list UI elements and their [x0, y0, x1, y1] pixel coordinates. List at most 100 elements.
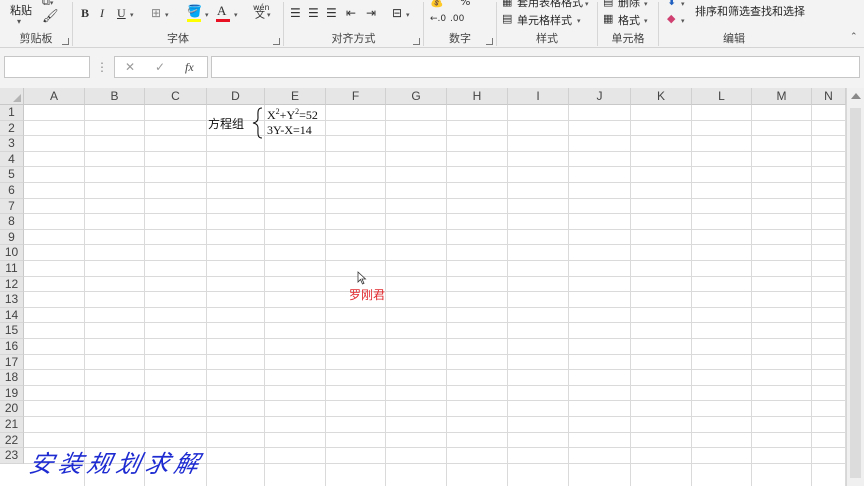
- decrease-decimal-icon[interactable]: .00: [450, 12, 464, 26]
- collapse-ribbon-icon[interactable]: ⌃: [850, 30, 858, 44]
- phonetic-dropdown-icon[interactable]: ▾: [267, 8, 271, 22]
- fill-color-dropdown-icon[interactable]: ▾: [205, 8, 209, 22]
- column-header-f[interactable]: F: [326, 88, 386, 105]
- row-header-6[interactable]: 6: [0, 183, 24, 199]
- delete-cells-button[interactable]: 删除: [618, 0, 640, 10]
- row-header-20[interactable]: 20: [0, 401, 24, 417]
- align-center-icon[interactable]: ☰: [308, 6, 319, 20]
- format-as-table-icon[interactable]: ▦: [502, 0, 512, 9]
- column-header-d[interactable]: D: [207, 88, 265, 105]
- borders-dropdown-icon[interactable]: ▾: [165, 8, 169, 22]
- align-left-icon[interactable]: ☰: [290, 6, 301, 20]
- row-header-16[interactable]: 16: [0, 339, 24, 355]
- accounting-format-icon[interactable]: 💰: [430, 0, 444, 9]
- format-cells-button[interactable]: 格式: [618, 12, 640, 28]
- equation-1-cell[interactable]: X2+Y2=52: [267, 107, 318, 123]
- row-header-21[interactable]: 21: [0, 417, 24, 433]
- increase-decimal-icon[interactable]: ←.0: [430, 12, 446, 26]
- column-header-m[interactable]: M: [752, 88, 812, 105]
- clear-dropdown-icon[interactable]: ▾: [681, 14, 685, 28]
- format-as-table-dropdown-icon[interactable]: ▾: [585, 0, 589, 11]
- column-header-a[interactable]: A: [24, 88, 85, 105]
- row-header-1[interactable]: 1: [0, 105, 24, 121]
- row-header-12[interactable]: 12: [0, 276, 24, 293]
- row-header-15[interactable]: 15: [0, 323, 24, 339]
- font-launcher-icon[interactable]: [273, 38, 280, 45]
- formula-bar-splitter-icon[interactable]: ⋮: [96, 60, 108, 74]
- cancel-entry-icon[interactable]: ✕: [125, 60, 135, 74]
- paste-dropdown-icon[interactable]: ▾: [17, 15, 21, 29]
- column-header-i[interactable]: I: [508, 88, 569, 105]
- align-right-icon[interactable]: ☰: [326, 6, 337, 20]
- increase-indent-icon[interactable]: ⇥: [366, 6, 376, 20]
- row-header-18[interactable]: 18: [0, 370, 24, 386]
- column-header-c[interactable]: C: [145, 88, 207, 105]
- equation-2-cell[interactable]: 3Y-X=14: [267, 123, 312, 138]
- bold-button[interactable]: B: [81, 6, 89, 20]
- row-header-11[interactable]: 11: [0, 261, 24, 277]
- cell-styles-icon[interactable]: ▤: [502, 12, 512, 26]
- insert-function-button[interactable]: fx: [185, 60, 194, 75]
- scroll-up-icon[interactable]: [851, 93, 861, 99]
- decrease-indent-icon[interactable]: ⇤: [346, 6, 356, 20]
- delete-cells-icon[interactable]: ▤: [603, 0, 613, 9]
- number-launcher-icon[interactable]: [486, 38, 493, 45]
- row-header-4[interactable]: 4: [0, 151, 24, 168]
- row-header-10[interactable]: 10: [0, 245, 24, 261]
- row-header-2[interactable]: 2: [0, 120, 24, 137]
- column-header-n[interactable]: N: [812, 88, 846, 105]
- row-header-14[interactable]: 14: [0, 307, 24, 324]
- row-header-17[interactable]: 17: [0, 354, 24, 371]
- find-select-button[interactable]: 查找和选择: [750, 3, 805, 19]
- formula-input[interactable]: [211, 56, 860, 78]
- phonetic-char-icon: 文: [255, 10, 265, 21]
- sort-filter-button[interactable]: 排序和筛选: [695, 3, 750, 19]
- cell-styles-dropdown-icon[interactable]: ▾: [577, 14, 581, 28]
- percent-style-button[interactable]: %: [460, 0, 470, 9]
- row-header-19[interactable]: 19: [0, 385, 24, 402]
- fill-dropdown-icon[interactable]: ▾: [681, 0, 685, 11]
- row-header-23[interactable]: 23: [0, 448, 24, 464]
- format-dropdown-icon[interactable]: ▾: [644, 14, 648, 28]
- fill-icon[interactable]: ⬇: [667, 0, 676, 9]
- column-header-b[interactable]: B: [85, 88, 145, 105]
- column-header-e[interactable]: E: [265, 88, 326, 105]
- format-painter-icon[interactable]: 🖌: [42, 10, 59, 24]
- merge-center-icon[interactable]: ⊟: [392, 6, 402, 20]
- row-header-5[interactable]: 5: [0, 167, 24, 183]
- column-header-k[interactable]: K: [631, 88, 692, 105]
- column-header-l[interactable]: L: [692, 88, 752, 105]
- column-header-j[interactable]: J: [569, 88, 631, 105]
- vertical-scrollbar[interactable]: [846, 88, 864, 486]
- fill-color-icon[interactable]: 🪣: [187, 4, 202, 18]
- underline-dropdown-icon[interactable]: ▾: [130, 8, 134, 22]
- column-header-h[interactable]: H: [447, 88, 508, 105]
- select-all-button[interactable]: [0, 88, 24, 105]
- scrollbar-thumb[interactable]: [850, 108, 861, 478]
- row-header-13[interactable]: 13: [0, 292, 24, 308]
- row-header-7[interactable]: 7: [0, 198, 24, 215]
- font-color-icon[interactable]: A: [217, 4, 226, 18]
- underline-button[interactable]: U: [117, 6, 126, 20]
- row-header-9[interactable]: 9: [0, 229, 24, 246]
- row-header-22[interactable]: 22: [0, 432, 24, 449]
- clear-icon[interactable]: ◆: [667, 12, 675, 26]
- alignment-launcher-icon[interactable]: [413, 38, 420, 45]
- row-header-3[interactable]: 3: [0, 136, 24, 152]
- cell-area[interactable]: [24, 105, 846, 486]
- borders-icon[interactable]: ⊞: [151, 6, 161, 20]
- merge-dropdown-icon[interactable]: ▾: [406, 8, 410, 22]
- row-header-8[interactable]: 8: [0, 214, 24, 230]
- cell-styles-button[interactable]: 单元格样式: [517, 12, 572, 28]
- name-box[interactable]: [4, 56, 90, 78]
- equation-label-cell[interactable]: 方程组: [208, 115, 244, 132]
- column-header-g[interactable]: G: [386, 88, 447, 105]
- format-as-table-button[interactable]: 套用表格格式: [517, 0, 583, 10]
- font-color-dropdown-icon[interactable]: ▾: [234, 8, 238, 22]
- delete-dropdown-icon[interactable]: ▾: [644, 0, 648, 11]
- italic-button[interactable]: I: [100, 6, 104, 20]
- format-cells-icon[interactable]: ▦: [603, 12, 613, 26]
- confirm-entry-icon[interactable]: ✓: [155, 60, 165, 74]
- grid-row-line: [24, 135, 846, 137]
- clipboard-launcher-icon[interactable]: [62, 38, 69, 45]
